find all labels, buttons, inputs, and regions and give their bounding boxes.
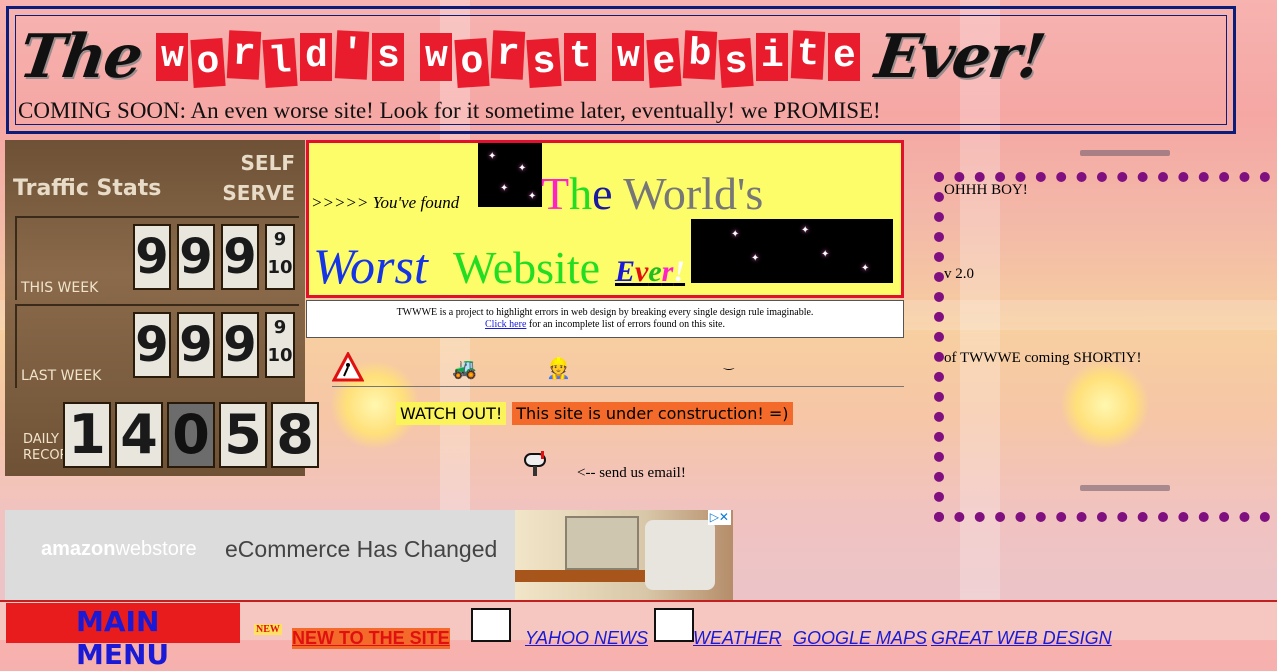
worker-icon: 👷 xyxy=(546,358,571,380)
coming-soon-text: COMING SOON: An even worse site! Look fo… xyxy=(18,98,881,123)
traffic-stats-widget: Traffic Stats SELF SERVE THIS WEEK 9 9 9… xyxy=(5,140,319,476)
website-text: Website xyxy=(453,242,601,293)
amazon-ad-banner[interactable]: amazonwebstore eCommerce Has Changed ▷✕ xyxy=(5,510,733,600)
traffic-stats-title: Traffic Stats xyxy=(13,176,162,201)
site-title: The w o r l d ' s worst website Ever! xyxy=(15,14,1220,100)
title-the: The xyxy=(15,22,146,92)
nav-link-great-web-design[interactable]: GREAT WEB DESIGN xyxy=(931,628,1112,649)
this-week-counter: 9 9 9 9 10 xyxy=(133,224,295,290)
self-serve-label: SELF SERVE xyxy=(222,151,295,205)
nav-link-yahoo-news[interactable]: YAHOO NEWS xyxy=(525,628,648,649)
warning-sign-icon xyxy=(332,352,364,382)
boat-silhouette xyxy=(1080,150,1170,156)
nav-link-new-to-site[interactable]: NEW TO THE SITE xyxy=(292,628,450,649)
about-box: TWWWE is a project to highlight errors i… xyxy=(306,300,904,338)
ad-photo xyxy=(515,510,733,600)
weather-icon xyxy=(654,608,694,642)
under-construction-label: This site is under construction! =) xyxy=(512,402,793,425)
mailbox-icon[interactable] xyxy=(521,448,551,478)
errors-list-link[interactable]: Click here xyxy=(485,319,526,330)
ad-headline: eCommerce Has Changed xyxy=(225,536,498,562)
nav-link-weather[interactable]: WEATHER xyxy=(693,628,782,649)
adchoices-close-icon[interactable]: ▷✕ xyxy=(707,510,731,525)
title-worst: worst xyxy=(420,30,597,89)
ever-text: Ever! xyxy=(615,255,686,288)
announcement-line-2: v 2.0 xyxy=(944,266,974,282)
main-menu-button[interactable]: MAIN MENU xyxy=(6,603,240,671)
worst-text: Worst xyxy=(313,238,428,294)
welcome-banner: >>>>> You've found ✦ ✦ ✦ ✦ The World's W… xyxy=(306,140,904,298)
announcement-line-3: of TWWWE coming SHORTlY! xyxy=(944,350,1142,366)
sparkle-image: ✦ ✦ ✦ ✦ xyxy=(478,143,542,207)
watch-out-label: WATCH OUT! xyxy=(396,402,507,425)
construction-animation-row: 🚜 👷 ‿ xyxy=(332,352,904,387)
smile-icon: ‿ xyxy=(724,356,734,370)
title-ever: Ever! xyxy=(871,22,1049,92)
construction-notice: WATCH OUT! This site is under constructio… xyxy=(396,402,793,425)
daily-record-counter: 1 4 0 5 8 xyxy=(63,402,319,468)
amazon-webstore-logo: amazonwebstore xyxy=(41,538,197,560)
daily-record-label: DAILY RECOR xyxy=(23,432,69,463)
sparkle-image: ✦ ✦ ✦ ✦ ✦ xyxy=(691,219,893,283)
title-worlds: w o r l d ' s xyxy=(156,30,405,89)
last-week-counter: 9 9 9 9 10 xyxy=(133,312,295,378)
send-email-link[interactable]: <-- send us email! xyxy=(577,465,686,482)
this-week-label: THIS WEEK xyxy=(21,280,99,296)
this-week-row: THIS WEEK 9 9 9 9 10 xyxy=(15,216,299,300)
last-week-row: LAST WEEK 9 9 9 9 10 xyxy=(15,304,299,388)
newspaper-icon xyxy=(471,608,511,642)
nav-link-google-maps[interactable]: GOOGLE MAPS xyxy=(793,628,927,649)
announcement-line-1: OHHH BOY! xyxy=(944,182,1028,198)
last-week-label: LAST WEEK xyxy=(21,368,102,384)
version-announcement-box xyxy=(934,172,1270,522)
found-text: >>>>> You've found xyxy=(311,193,460,212)
the-worlds-text: The World's xyxy=(541,168,764,219)
new-badge: NEW xyxy=(254,624,282,635)
title-website: website xyxy=(612,30,861,89)
worker-icon: 🚜 xyxy=(452,358,477,380)
